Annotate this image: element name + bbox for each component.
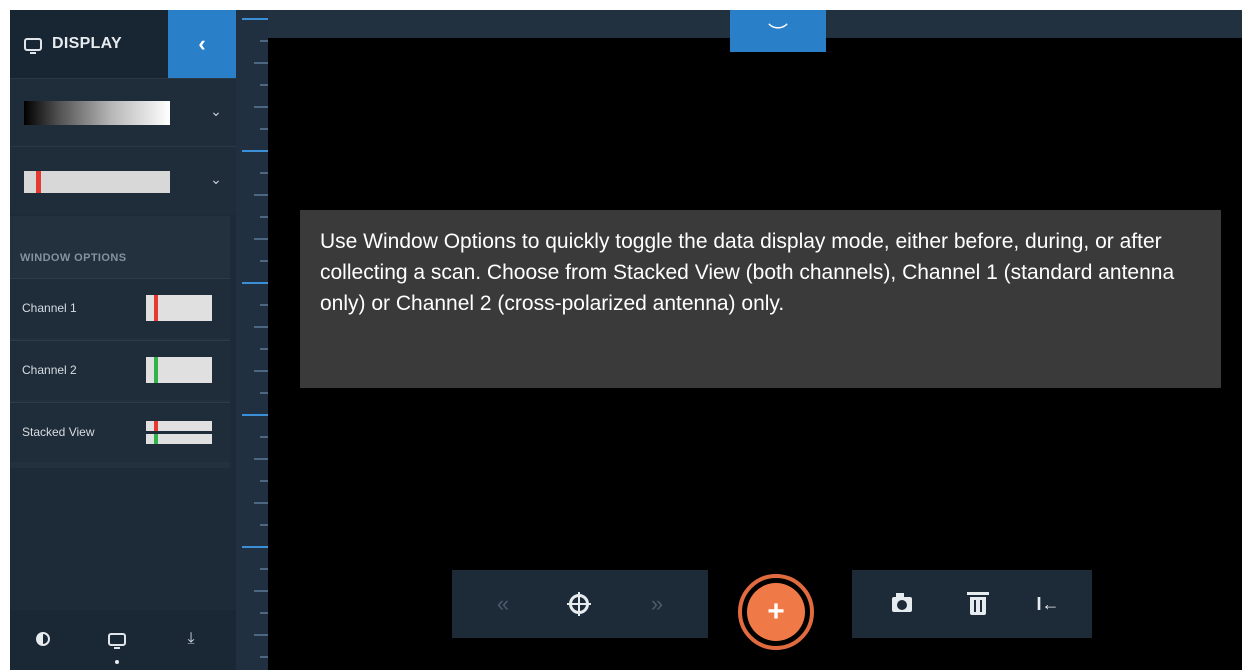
export-icon[interactable]: ⤓ bbox=[180, 628, 202, 650]
display-header: DISPLAY ‹ bbox=[10, 10, 236, 78]
option-label: Channel 2 bbox=[22, 363, 77, 377]
stacked-bottom-half bbox=[146, 434, 212, 444]
ruler-tick bbox=[260, 128, 268, 130]
camera-glyph bbox=[892, 592, 912, 612]
ruler-tick bbox=[254, 458, 268, 460]
contrast-icon[interactable] bbox=[32, 628, 54, 650]
ruler-tick bbox=[260, 568, 268, 570]
monitor-icon bbox=[108, 632, 126, 649]
jump-to-start-glyph: I← bbox=[1036, 593, 1060, 614]
ruler-tick bbox=[260, 524, 268, 526]
trash-glyph bbox=[967, 592, 989, 615]
jump-to-start-icon[interactable]: I← bbox=[1032, 588, 1064, 620]
ruler-tick bbox=[260, 392, 268, 394]
crosshair-icon[interactable] bbox=[564, 590, 594, 618]
ruler-tick bbox=[254, 590, 268, 592]
stacked-view-swatch bbox=[146, 421, 212, 445]
display-icon[interactable] bbox=[106, 628, 128, 650]
color-map-selector[interactable]: ⌄ bbox=[10, 78, 236, 146]
green-channel-marker bbox=[154, 434, 158, 444]
fast-forward-icon[interactable]: » bbox=[642, 590, 672, 618]
ruler-tick bbox=[260, 304, 268, 306]
display-sidebar: DISPLAY ‹ ⌄ ⌄ WINDOW OPTIONS Channel 1 C… bbox=[10, 10, 236, 670]
chevron-left-icon: ‹ bbox=[198, 31, 206, 56]
ruler-tick bbox=[254, 106, 268, 108]
ruler-tick bbox=[254, 370, 268, 372]
window-mode-selector[interactable]: ⌄ bbox=[10, 146, 236, 214]
trash-icon[interactable] bbox=[962, 588, 994, 620]
ruler-tick bbox=[254, 238, 268, 240]
channel-1-swatch bbox=[146, 295, 212, 321]
depth-ruler[interactable] bbox=[236, 10, 268, 670]
scan-tools-group: I← bbox=[852, 570, 1092, 638]
ruler-tick bbox=[260, 436, 268, 438]
ruler-tick bbox=[254, 326, 268, 328]
ruler-tick bbox=[260, 348, 268, 350]
option-label: Channel 1 bbox=[22, 301, 77, 315]
ruler-tick bbox=[242, 150, 268, 152]
app-window: DISPLAY ‹ ⌄ ⌄ WINDOW OPTIONS Channel 1 C… bbox=[10, 10, 1242, 670]
scan-navigation-group: « » bbox=[452, 570, 708, 638]
chevron-down-icon[interactable]: ⌄ bbox=[206, 169, 226, 189]
help-tooltip: Use Window Options to quickly toggle the… bbox=[300, 210, 1221, 388]
option-channel-1[interactable]: Channel 1 bbox=[10, 278, 230, 338]
chevron-down-icon: ︶ bbox=[768, 22, 788, 45]
grayscale-colormap-swatch bbox=[24, 101, 170, 125]
display-title-label: DISPLAY bbox=[52, 35, 122, 52]
export-glyph: ⤓ bbox=[187, 630, 195, 647]
plus-icon: + bbox=[747, 583, 805, 641]
chevron-down-icon[interactable]: ⌄ bbox=[206, 101, 226, 121]
ruler-tick bbox=[242, 18, 268, 20]
window-options-title: WINDOW OPTIONS bbox=[20, 252, 127, 264]
ruler-tick bbox=[260, 260, 268, 262]
contrast-glyph bbox=[36, 632, 50, 646]
ruler-tick bbox=[242, 546, 268, 548]
display-title: DISPLAY bbox=[24, 32, 122, 56]
ruler-tick bbox=[260, 216, 268, 218]
option-label: Stacked View bbox=[22, 425, 95, 439]
ruler-tick bbox=[254, 502, 268, 504]
ruler-tick bbox=[242, 414, 268, 416]
active-indicator bbox=[115, 660, 119, 664]
ruler-tick bbox=[260, 480, 268, 482]
ruler-tick bbox=[260, 172, 268, 174]
monitor-icon bbox=[24, 37, 42, 54]
camera-icon[interactable] bbox=[886, 588, 918, 620]
red-channel-marker bbox=[154, 295, 158, 321]
window-options-panel: WINDOW OPTIONS Channel 1 Channel 2 Stack… bbox=[10, 216, 230, 468]
ruler-tick bbox=[260, 612, 268, 614]
ruler-tick bbox=[254, 634, 268, 636]
ruler-tick bbox=[260, 40, 268, 42]
ruler-tick bbox=[260, 84, 268, 86]
option-stacked-view[interactable]: Stacked View bbox=[10, 402, 230, 462]
ruler-tick bbox=[254, 194, 268, 196]
collapse-sidebar-button[interactable]: ‹ bbox=[168, 10, 236, 78]
crosshair-glyph bbox=[567, 592, 591, 616]
channel-2-swatch bbox=[146, 357, 212, 383]
sidebar-bottom-bar: ⤓ bbox=[10, 610, 236, 670]
rewind-icon[interactable]: « bbox=[488, 590, 518, 618]
stacked-top-half bbox=[146, 421, 212, 431]
ruler-tick bbox=[260, 656, 268, 658]
ruler-tick bbox=[242, 282, 268, 284]
red-channel-marker bbox=[154, 421, 158, 431]
channel-marker bbox=[36, 171, 41, 193]
option-channel-2[interactable]: Channel 2 bbox=[10, 340, 230, 400]
expand-top-panel-button[interactable]: ︶ bbox=[730, 10, 826, 52]
green-channel-marker bbox=[154, 357, 158, 383]
window-mode-swatch bbox=[24, 171, 170, 193]
add-marker-button[interactable]: + bbox=[738, 574, 814, 650]
ruler-tick bbox=[254, 62, 268, 64]
